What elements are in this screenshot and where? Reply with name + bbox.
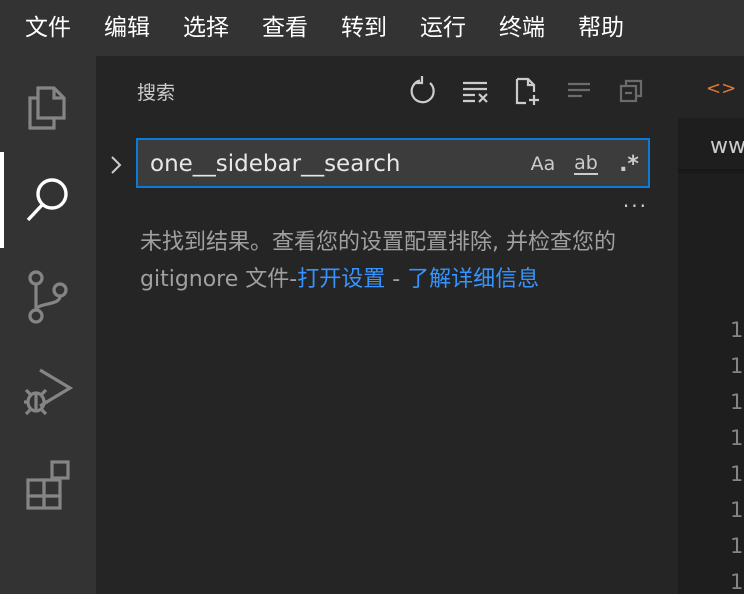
activity-search[interactable] [0, 160, 96, 240]
menu-view[interactable]: 查看 [237, 0, 308, 56]
activity-bar [0, 56, 96, 594]
regex-toggle[interactable]: .* [614, 148, 644, 180]
line-number: 1 [730, 426, 744, 450]
line-number: 1 [730, 462, 744, 486]
extensions-icon [26, 460, 70, 510]
line-number: 1 [730, 390, 744, 414]
new-search-editor-button[interactable] [510, 74, 544, 108]
search-sidebar: 搜索 Aa [96, 56, 678, 594]
menu-terminal[interactable]: 终端 [474, 0, 545, 56]
menu-go[interactable]: 转到 [316, 0, 387, 56]
learn-more-link[interactable]: 了解详细信息 [407, 267, 539, 292]
search-icon [26, 178, 68, 222]
menu-run[interactable]: 运行 [395, 0, 466, 56]
source-control-icon [28, 270, 68, 324]
line-number: 1 [730, 534, 744, 558]
regex-label: .* [619, 151, 639, 177]
chevron-right-icon [111, 156, 122, 174]
match-case-label: Aa [530, 153, 556, 175]
search-input[interactable] [150, 148, 520, 180]
refresh-button[interactable] [406, 74, 440, 108]
line-number: 1 [730, 570, 744, 594]
search-details-toggle[interactable]: ··· [623, 194, 648, 218]
run-debug-icon [24, 368, 74, 416]
activity-source-control[interactable] [0, 256, 96, 336]
collapse-all-button[interactable] [562, 74, 596, 108]
collapse-icon [619, 79, 643, 103]
breadcrumb[interactable]: ww [710, 134, 744, 159]
menu-selection[interactable]: 选择 [158, 0, 229, 56]
editor-area: <> ww 1 1 1 1 1 1 1 1 [678, 56, 744, 594]
menu-edit[interactable]: 编辑 [79, 0, 150, 56]
refresh-icon [410, 76, 435, 104]
editor-tabs: <> [678, 56, 744, 118]
clear-results-button[interactable] [458, 74, 492, 108]
view-as-tree-button[interactable] [614, 74, 648, 108]
menu-file[interactable]: 文件 [0, 0, 71, 56]
search-box: Aa ab .* [136, 138, 650, 188]
code-icon[interactable]: <> [706, 78, 736, 99]
menu-bar: 文件 编辑 选择 查看 转到 运行 终端 帮助 [0, 0, 744, 56]
menu-help[interactable]: 帮助 [553, 0, 624, 56]
match-case-toggle[interactable]: Aa [528, 148, 558, 180]
whole-word-toggle[interactable]: ab [568, 148, 604, 180]
whole-word-label: ab [574, 152, 598, 175]
new-file-icon [515, 77, 539, 105]
activity-run-debug[interactable] [0, 350, 96, 430]
line-number: 1 [730, 354, 744, 378]
line-number: 1 [730, 318, 744, 342]
toggle-replace-button[interactable] [106, 150, 126, 180]
activity-extensions[interactable] [0, 444, 96, 524]
line-number: 1 [730, 498, 744, 522]
list-icon [568, 82, 590, 98]
breadcrumb-shadow [678, 169, 744, 175]
files-icon [28, 86, 66, 130]
activity-explorer[interactable] [0, 66, 96, 146]
clear-all-icon [463, 81, 488, 103]
no-results-message: 未找到结果。查看您的设置配置排除, 并检查您的 gitignore 文件-打开设… [140, 224, 626, 298]
message-separator: - [385, 267, 408, 292]
open-settings-link[interactable]: 打开设置 [297, 267, 385, 292]
sidebar-title: 搜索 [137, 82, 176, 104]
